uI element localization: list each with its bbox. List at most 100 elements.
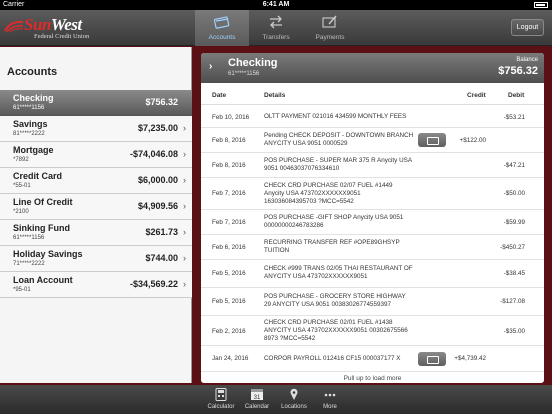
balance-value: $756.32: [498, 65, 538, 77]
transaction-debit: -$53.21: [503, 114, 525, 121]
account-detail-header: › Checking 61*****1156 Balance $756.32: [201, 53, 544, 83]
calculator-button[interactable]: Calculator: [201, 385, 241, 414]
accounts-title: Accounts: [7, 66, 58, 78]
tab-payments[interactable]: Payments: [303, 10, 357, 46]
account-detail-title: Checking: [228, 57, 278, 69]
app-header: SunWest Federal Credit Union Accounts Tr…: [0, 10, 552, 46]
transaction-debit: -$59.99: [503, 219, 525, 226]
bottom-toolbar: Calculator 31 Calendar Locations More: [0, 385, 552, 414]
account-name: Sinking Fund: [13, 223, 70, 233]
column-debit: Debit: [508, 92, 525, 99]
transaction-debit: -$50.00: [503, 190, 525, 197]
account-balance: $6,000.00: [137, 175, 178, 185]
transaction-row[interactable]: Feb 8, 2016 POS PURCHASE - SUPER MAR 375…: [201, 153, 544, 178]
transaction-row[interactable]: Feb 5, 2016 CHECK #999 TRANS 02/05 THAI …: [201, 260, 544, 288]
account-balance: $261.73: [145, 227, 178, 237]
transaction-row[interactable]: Feb 5, 2016 POS PURCHASE - GROCERY STORE…: [201, 288, 544, 316]
accounts-panel: Accounts Checking 61*****1156 $756.32 Sa…: [0, 47, 192, 383]
status-bar: Carrier 6:41 AM: [0, 0, 552, 10]
more-button[interactable]: More: [310, 385, 350, 414]
balance-label: Balance: [516, 57, 538, 63]
chevron-right-icon: ›: [183, 123, 186, 133]
locations-label: Locations: [281, 404, 307, 410]
load-more-label[interactable]: Pull up to load more: [201, 375, 544, 382]
chevron-right-icon[interactable]: ›: [209, 61, 212, 72]
transaction-row[interactable]: Feb 10, 2016 OLTT PAYMENT 021016 434599 …: [201, 106, 544, 128]
account-row-credit-card[interactable]: Credit Card *55-01 $6,000.00 ›: [0, 168, 192, 194]
transaction-row[interactable]: Feb 8, 2016 Pending CHECK DEPOSIT - DOWN…: [201, 128, 544, 153]
transaction-details: Pending CHECK DEPOSIT - DOWNTOWN BRANCH …: [264, 132, 414, 147]
brand-name: SunWest: [24, 15, 82, 34]
transaction-row[interactable]: Feb 7, 2016 POS PURCHASE -GIFT SHOP Anyc…: [201, 210, 544, 235]
account-row-checking[interactable]: Checking 61*****1156 $756.32: [0, 90, 192, 116]
account-row-savings[interactable]: Savings 81*****2222 $7,235.00 ›: [0, 116, 192, 142]
logout-button[interactable]: Logout: [511, 19, 544, 36]
tab-payments-label: Payments: [315, 34, 345, 41]
calendar-button[interactable]: 31 Calendar: [237, 385, 277, 414]
account-row-loan-account[interactable]: Loan Account *95-01 -$34,569.22 ›: [0, 272, 192, 298]
transaction-row[interactable]: Feb 7, 2016 CHECK CRD PURCHASE 02/07 FUE…: [201, 178, 544, 210]
account-balance: $4,909.56: [137, 201, 178, 211]
transaction-date: Feb 8, 2016: [212, 162, 246, 169]
transaction-date: Feb 2, 2016: [212, 328, 246, 335]
sunwest-logo: SunWest Federal Credit Union: [4, 15, 124, 43]
transaction-details: CHECK #999 TRANS 02/05 THAI RESTAURANT O…: [264, 265, 413, 280]
transaction-date: Jan 24, 2016: [212, 355, 249, 362]
account-name: Savings: [13, 119, 48, 129]
account-row-holiday-savings[interactable]: Holiday Savings 71*****2222 $744.00 ›: [0, 246, 192, 272]
transaction-debit: -$450.27: [500, 244, 525, 251]
transfer-arrows-icon: [270, 15, 282, 29]
column-date: Date: [212, 92, 227, 99]
chevron-right-icon: ›: [183, 253, 186, 263]
transaction-credit: +$4,739.42: [454, 355, 486, 362]
check-image-button[interactable]: [418, 133, 446, 147]
transaction-credit: +$122.00: [459, 137, 486, 144]
account-number: 61*****1156: [13, 105, 45, 111]
transaction-details: POS PURCHASE -GIFT SHOP Anycity USA 9051…: [264, 214, 404, 229]
transaction-date: Feb 5, 2016: [212, 270, 246, 277]
transaction-date: Feb 6, 2016: [212, 244, 246, 251]
transaction-details: CORPOR PAYROLL 012416 CF15 000037177 X: [264, 355, 401, 362]
calendar-day: 31: [254, 395, 261, 401]
locations-button[interactable]: Locations: [274, 385, 314, 414]
transaction-debit: -$38.45: [503, 270, 525, 277]
transaction-date: Feb 8, 2016: [212, 137, 246, 144]
credit-card-icon: [214, 16, 230, 29]
transaction-debit: -$127.08: [500, 298, 525, 305]
transaction-date: Feb 7, 2016: [212, 219, 246, 226]
transaction-row[interactable]: Jan 24, 2016 CORPOR PAYROLL 012416 CF15 …: [201, 346, 544, 372]
transaction-date: Feb 10, 2016: [212, 114, 250, 121]
chevron-right-icon: ›: [183, 227, 186, 237]
account-row-line-of-credit[interactable]: Line Of Credit *2100 $4,909.56 ›: [0, 194, 192, 220]
tab-accounts-label: Accounts: [208, 34, 236, 41]
account-name: Loan Account: [13, 275, 73, 285]
transaction-details: RECURRING TRANSFER REF #OPE89GHSYP TUITI…: [264, 239, 400, 254]
transaction-details: POS PURCHASE - GROCERY STORE HIGHWAY 29 …: [264, 293, 406, 308]
account-row-mortgage[interactable]: Mortgage *7892 -$74,046.08 ›: [0, 142, 192, 168]
transaction-row[interactable]: Feb 2, 2016 CHECK CRD PURCHASE 02/01 FUE…: [201, 316, 544, 346]
account-number: *95-01: [13, 287, 31, 293]
account-row-sinking-fund[interactable]: Sinking Fund 61*****1156 $261.73 ›: [0, 220, 192, 246]
tab-accounts[interactable]: Accounts: [195, 10, 249, 46]
account-balance: $7,235.00: [137, 123, 178, 133]
location-pin-icon: [290, 388, 298, 400]
account-detail-panel: › Checking 61*****1156 Balance $756.32 D…: [201, 53, 544, 383]
tab-transfers[interactable]: Transfers: [249, 10, 303, 46]
transaction-debit: -$35.00: [503, 328, 525, 335]
account-name: Credit Card: [13, 171, 63, 181]
column-details: Details: [264, 92, 286, 99]
check-image-button[interactable]: [418, 352, 446, 366]
brand-subtitle: Federal Credit Union: [34, 33, 90, 40]
more-dots-icon: [324, 393, 336, 397]
account-name: Checking: [13, 93, 54, 103]
account-number: 81*****2222: [13, 131, 45, 137]
account-balance: -$34,569.22: [129, 279, 178, 289]
account-number: 61*****1156: [13, 235, 45, 241]
clock: 6:41 AM: [262, 1, 290, 8]
chevron-right-icon: ›: [183, 149, 186, 159]
account-number: *2100: [13, 209, 29, 215]
account-balance: -$74,046.08: [129, 149, 178, 159]
column-credit: Credit: [467, 92, 486, 99]
transaction-row[interactable]: Feb 6, 2016 RECURRING TRANSFER REF #OPE8…: [201, 235, 544, 260]
transaction-details: CHECK CRD PURCHASE 02/07 FUEL #1449 Anyc…: [264, 182, 393, 205]
